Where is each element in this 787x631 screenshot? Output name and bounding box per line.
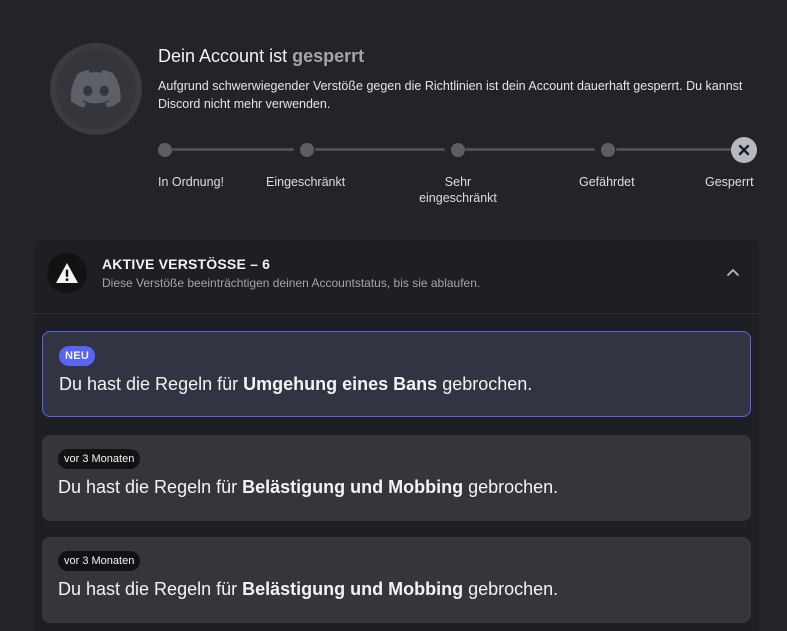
status-dot-limited	[300, 143, 314, 157]
violation-suffix: gebrochen.	[468, 477, 559, 497]
violations-title: AKTIVE VERSTÖSSE – 6	[102, 256, 271, 272]
violation-suffix: gebrochen.	[442, 374, 533, 394]
account-status-page: Dein Account ist gesperrt Aufgrund schwe…	[0, 0, 787, 631]
track-segment	[172, 148, 294, 151]
status-label-very-limited: Sehr eingeschränkt	[419, 175, 497, 205]
status-dot-ok	[158, 143, 172, 157]
status-description: Aufgrund schwerwiegender Verstöße gegen …	[158, 79, 743, 111]
status-label-ok: In Ordnung!	[158, 175, 225, 189]
status-dot-suspended	[731, 137, 757, 163]
violation-prefix: Du hast die Regeln für	[58, 477, 238, 497]
time-badge: vor 3 Monaten	[58, 449, 141, 469]
violations-header[interactable]: AKTIVE VERSTÖSSE – 6 Diese Verstöße beei…	[34, 240, 759, 314]
track-segment	[315, 148, 445, 151]
warning-icon	[56, 263, 78, 283]
title-prefix: Dein Account ist	[158, 46, 288, 66]
violations-panel: AKTIVE VERSTÖSSE – 6 Diese Verstöße beei…	[34, 240, 759, 631]
collapse-button[interactable]	[721, 260, 745, 284]
avatar	[50, 43, 142, 135]
chevron-up-icon	[727, 268, 739, 276]
violation-card[interactable]: NEU Du hast die Regeln für Umgehung eine…	[42, 331, 751, 417]
status-dot-at-risk	[601, 143, 615, 157]
time-badge: vor 3 Monaten	[58, 551, 141, 571]
track-segment	[616, 148, 732, 151]
violation-suffix: gebrochen.	[468, 579, 559, 599]
discord-logo-icon	[71, 70, 121, 108]
title-status: gesperrt	[292, 46, 365, 66]
status-track	[158, 137, 758, 163]
violation-text: Du hast die Regeln für Belästigung und M…	[58, 579, 735, 600]
close-icon	[738, 144, 750, 156]
status-label-at-risk: Gefährdet	[579, 175, 635, 189]
page-title: Dein Account ist gesperrt	[158, 46, 364, 67]
violation-prefix: Du hast die Regeln für	[59, 374, 239, 394]
violation-text: Du hast die Regeln für Belästigung und M…	[58, 477, 735, 498]
status-label-suspended: Gesperrt	[705, 175, 754, 189]
track-segment	[465, 148, 595, 151]
status-dot-very-limited	[451, 143, 465, 157]
new-badge: NEU	[59, 346, 96, 366]
violation-text: Du hast die Regeln für Umgehung eines Ba…	[59, 374, 734, 395]
violation-rule: Belästigung und Mobbing	[242, 477, 464, 497]
violation-card[interactable]: vor 3 Monaten Du hast die Regeln für Bel…	[42, 537, 751, 623]
warning-badge	[47, 253, 87, 293]
violations-subtitle: Diese Verstöße beeinträchtigen deinen Ac…	[102, 276, 481, 290]
violation-rule: Belästigung und Mobbing	[242, 579, 464, 599]
violation-prefix: Du hast die Regeln für	[58, 579, 238, 599]
violation-rule: Umgehung eines Bans	[243, 374, 438, 394]
violation-card[interactable]: vor 3 Monaten Du hast die Regeln für Bel…	[42, 435, 751, 521]
status-label-limited: Eingeschränkt	[266, 175, 346, 189]
